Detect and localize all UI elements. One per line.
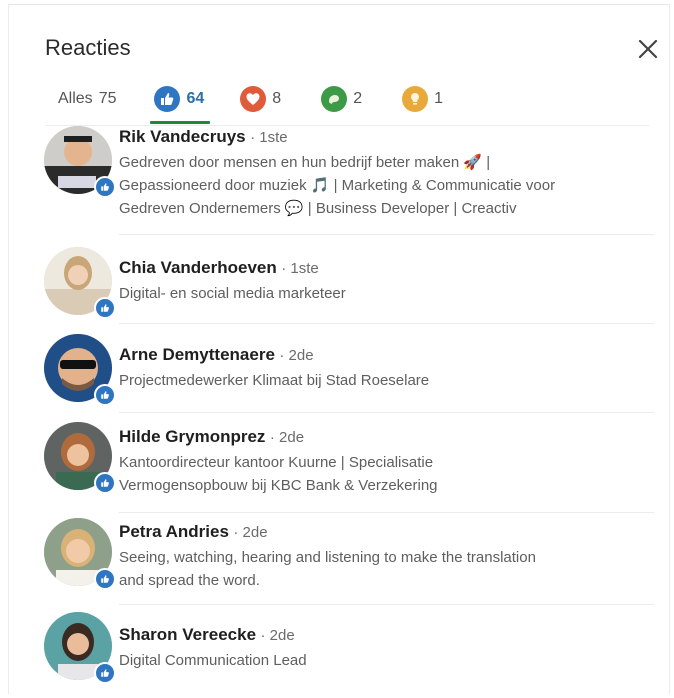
insightful-icon xyxy=(402,86,429,112)
person-info: Arne Demyttenaere · 2de Projectmedewerke… xyxy=(119,344,654,392)
headline-line: Gepassioneerd door muziek 🎵 | Marketing … xyxy=(119,177,556,194)
headline-line: Projectmedewerker Klimaat bij Stad Roese… xyxy=(119,372,430,389)
headline-line: Gedreven door mensen en hun bedrijf bete… xyxy=(119,154,491,171)
row-divider xyxy=(119,323,654,324)
headline-line: Seeing, watching, hearing and listening … xyxy=(119,549,536,566)
connection-degree: · 1ste xyxy=(250,129,288,146)
row-divider xyxy=(119,512,654,513)
connection-degree: · 2de xyxy=(233,524,268,541)
modal-title: Reacties xyxy=(45,35,131,60)
person-headline: Digital Communication Lead xyxy=(119,649,654,672)
row-divider xyxy=(119,604,654,605)
tab-support-count: 2 xyxy=(353,90,363,107)
tab-love[interactable]: 8 xyxy=(240,76,281,122)
list-item[interactable]: Rik Vandecruys · 1ste Gedreven door mens… xyxy=(44,126,654,235)
headline-line: and spread the word. xyxy=(119,572,260,589)
reaction-tabs: Alles 75 64 8 2 1 xyxy=(45,75,649,124)
connection-degree: · 1ste xyxy=(281,260,319,277)
list-item[interactable]: Sharon Vereecke · 2de Digital Communicat… xyxy=(44,612,654,692)
person-headline: Projectmedewerker Klimaat bij Stad Roese… xyxy=(119,369,654,392)
tab-like[interactable]: 64 xyxy=(150,76,211,124)
person-info: Sharon Vereecke · 2de Digital Communicat… xyxy=(119,624,654,672)
person-headline: Digital- en social media marketeer xyxy=(119,282,654,305)
connection-degree: · 2de xyxy=(269,429,305,446)
person-name[interactable]: Chia Vanderhoeven xyxy=(119,258,277,277)
headline-line: Kantoordirecteur kantoor Kuurne | Specia… xyxy=(119,454,434,471)
headline-line: Gedreven Ondernemers 💬 | Business Develo… xyxy=(119,200,517,217)
love-icon xyxy=(240,86,267,112)
tab-all-label: Alles xyxy=(58,90,93,107)
close-button[interactable] xyxy=(634,35,662,63)
list-item[interactable]: Chia Vanderhoeven · 1ste Digital- en soc… xyxy=(44,247,654,325)
person-name[interactable]: Rik Vandecruys xyxy=(119,127,246,146)
like-badge-icon xyxy=(94,297,116,319)
tab-all-count: 75 xyxy=(98,90,117,107)
list-item[interactable]: Hilde Grymonprez · 2de Kantoordirecteur … xyxy=(44,422,654,513)
person-headline: Gedreven door mensen en hun bedrijf bete… xyxy=(119,151,654,220)
connection-degree: · 2de xyxy=(279,347,314,364)
list-item[interactable]: Petra Andries · 2de Seeing, watching, he… xyxy=(44,518,654,605)
tab-like-count: 64 xyxy=(186,90,205,107)
like-badge-icon xyxy=(94,472,116,494)
tab-all[interactable]: Alles 75 xyxy=(58,76,116,122)
person-name[interactable]: Petra Andries xyxy=(119,522,229,541)
headline-line: Digital Communication Lead xyxy=(119,652,307,669)
like-icon xyxy=(154,86,181,112)
person-name[interactable]: Hilde Grymonprez xyxy=(119,427,265,446)
person-name[interactable]: Arne Demyttenaere xyxy=(119,345,275,364)
tab-insightful-count: 1 xyxy=(434,90,443,107)
row-divider xyxy=(119,234,654,235)
close-icon xyxy=(638,39,658,59)
person-headline: Seeing, watching, hearing and listening … xyxy=(119,546,654,592)
headline-line: Digital- en social media marketeer xyxy=(119,285,346,302)
like-badge-icon xyxy=(94,662,116,684)
tab-insightful[interactable]: 1 xyxy=(402,76,443,122)
tab-love-count: 8 xyxy=(272,90,282,107)
person-name[interactable]: Sharon Vereecke xyxy=(119,625,256,644)
person-info: Hilde Grymonprez · 2de Kantoordirecteur … xyxy=(119,426,654,497)
row-divider xyxy=(119,412,654,413)
person-headline: Kantoordirecteur kantoor Kuurne | Specia… xyxy=(119,451,654,497)
headline-line: Vermogensopbouw bij KBC Bank & Verzekeri… xyxy=(119,477,438,494)
like-badge-icon xyxy=(94,384,116,406)
person-info: Petra Andries · 2de Seeing, watching, he… xyxy=(119,521,654,592)
like-badge-icon xyxy=(94,176,116,198)
tab-support[interactable]: 2 xyxy=(321,76,362,122)
list-item[interactable]: Arne Demyttenaere · 2de Projectmedewerke… xyxy=(44,334,654,413)
person-info: Chia Vanderhoeven · 1ste Digital- en soc… xyxy=(119,257,654,305)
connection-degree: · 2de xyxy=(260,627,295,644)
support-icon xyxy=(321,86,348,112)
person-info: Rik Vandecruys · 1ste Gedreven door mens… xyxy=(119,126,654,220)
like-badge-icon xyxy=(94,568,116,590)
